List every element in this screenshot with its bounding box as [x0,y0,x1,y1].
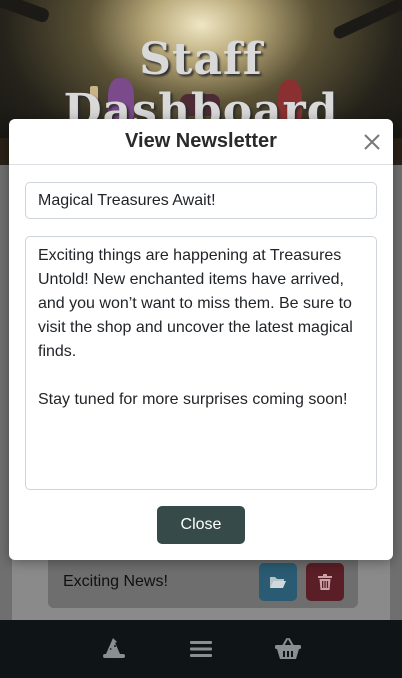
view-newsletter-modal: View Newsletter Magical Treasures Await!… [9,119,393,560]
nav-basket-button[interactable] [273,634,303,664]
basket-icon [275,638,302,659]
newsletter-subject-field[interactable]: Magical Treasures Await! [25,182,377,219]
close-modal-button[interactable] [361,131,383,153]
close-icon [364,134,380,150]
menu-icon [189,641,212,657]
nav-menu-button[interactable] [186,634,216,664]
nav-home-button[interactable] [99,634,129,664]
close-button[interactable]: Close [157,506,245,544]
modal-header: View Newsletter [9,119,393,165]
newsletter-body-textarea[interactable]: Exciting things are happening at Treasur… [25,236,377,490]
modal-title: View Newsletter [125,130,277,152]
wizard-hat-icon [102,638,125,658]
bottom-nav [0,620,402,678]
